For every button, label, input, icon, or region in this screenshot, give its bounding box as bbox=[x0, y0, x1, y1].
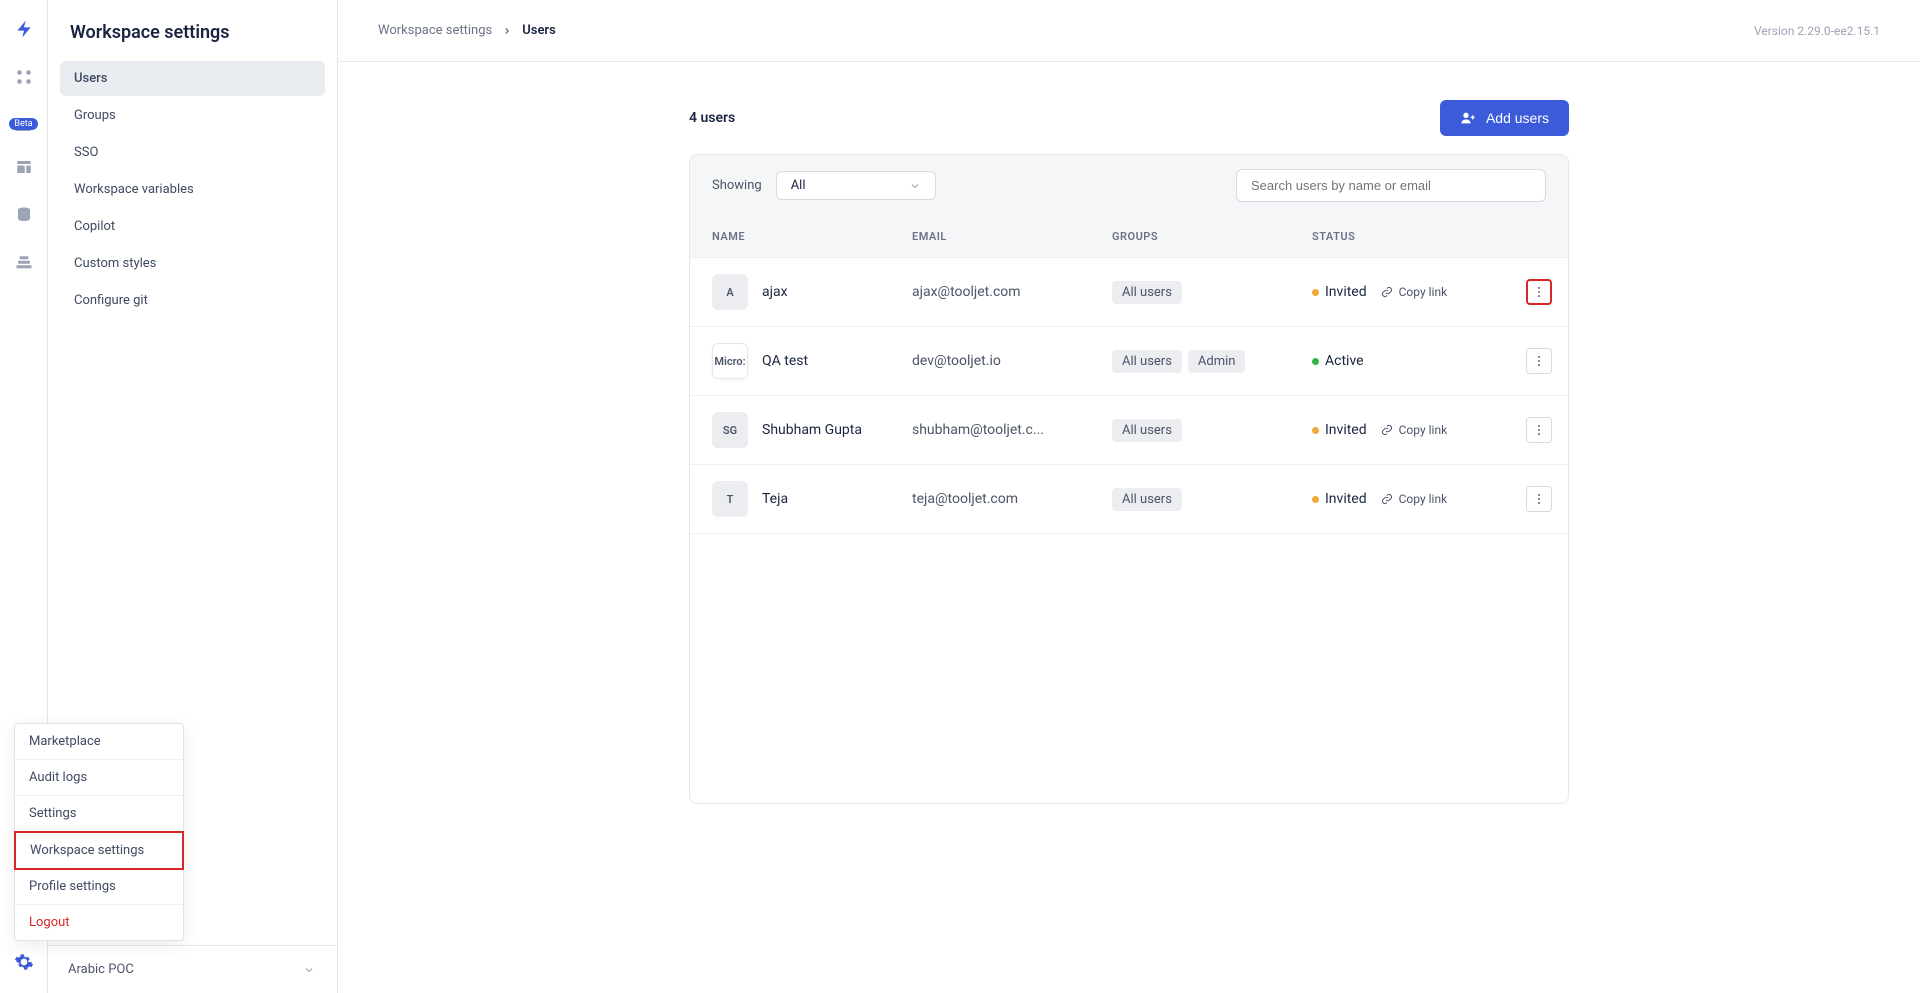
menu-item-logout[interactable]: Logout bbox=[15, 905, 183, 940]
row-actions-kebab[interactable] bbox=[1526, 486, 1552, 512]
table-row: SG Shubham Gupta shubham@tooljet.c...All u… bbox=[690, 396, 1568, 465]
workspace-selector-label: Arabic POC bbox=[68, 962, 134, 977]
avatar: SG bbox=[712, 412, 748, 448]
beta-badge: Beta bbox=[9, 118, 37, 130]
user-email: dev@tooljet.io bbox=[912, 353, 1112, 369]
topbar: Workspace settings Users Version 2.29.0-… bbox=[338, 0, 1920, 62]
main: Workspace settings Users Version 2.29.0-… bbox=[338, 0, 1920, 993]
chevron-down-icon bbox=[909, 180, 921, 192]
user-email: teja@tooljet.com bbox=[912, 491, 1112, 507]
copy-link-label: Copy link bbox=[1399, 492, 1448, 506]
database-icon[interactable] bbox=[13, 204, 35, 226]
content: 4 users Add users Showing All bbox=[338, 62, 1920, 993]
users-card: Showing All NAME EMAIL GROUPS ST bbox=[689, 154, 1569, 804]
copy-link-button[interactable]: Copy link bbox=[1381, 423, 1448, 437]
menu-item-audit-logs[interactable]: Audit logs bbox=[15, 760, 183, 796]
filter-select[interactable]: All bbox=[776, 171, 936, 200]
user-name: Shubham Gupta bbox=[762, 422, 862, 438]
group-chip: All users bbox=[1112, 350, 1182, 373]
table-row: Micro: QA test dev@tooljet.ioAll users Admi… bbox=[690, 327, 1568, 396]
breadcrumb-current: Users bbox=[522, 23, 556, 38]
sidebar-item-custom-styles[interactable]: Custom styles bbox=[60, 246, 325, 281]
filter-select-value: All bbox=[791, 178, 806, 193]
avatar: Micro: bbox=[712, 343, 748, 379]
add-users-icon bbox=[1460, 110, 1476, 126]
user-groups: All users Admin bbox=[1112, 350, 1312, 373]
row-actions-kebab[interactable] bbox=[1526, 417, 1552, 443]
table-body: Aajaxajax@tooljet.comAll usersInvitedCop… bbox=[690, 258, 1568, 534]
user-count-label: 4 users bbox=[689, 110, 735, 126]
table-row: T Teja teja@tooljet.comAll users Invited Cop… bbox=[690, 465, 1568, 534]
group-chip: All users bbox=[1112, 281, 1182, 304]
user-name: ajax bbox=[762, 284, 788, 300]
menu-item-workspace-settings[interactable]: Workspace settings bbox=[14, 831, 184, 870]
group-chip: All users bbox=[1112, 488, 1182, 511]
status-dot-icon bbox=[1312, 496, 1319, 503]
status-badge: Invited bbox=[1312, 491, 1367, 507]
status-badge: Active bbox=[1312, 353, 1364, 369]
menu-item-settings[interactable]: Settings bbox=[15, 796, 183, 832]
copy-link-button[interactable]: Copy link bbox=[1381, 492, 1448, 506]
chevron-right-icon bbox=[502, 26, 512, 36]
status-dot-icon bbox=[1312, 358, 1319, 365]
sidebar-item-copilot[interactable]: Copilot bbox=[60, 209, 325, 244]
sidebar-item-users[interactable]: Users bbox=[60, 61, 325, 96]
menu-item-marketplace[interactable]: Marketplace bbox=[15, 724, 183, 760]
status-badge: Invited bbox=[1312, 422, 1367, 438]
apps-icon[interactable] bbox=[13, 66, 35, 88]
status-dot-icon bbox=[1312, 427, 1319, 434]
status-dot-icon bbox=[1312, 289, 1319, 296]
user-status-cell: Invited Copy link bbox=[1312, 491, 1492, 507]
chevron-down-icon bbox=[303, 963, 317, 977]
avatar: A bbox=[712, 274, 748, 310]
stack-icon[interactable] bbox=[13, 252, 35, 274]
workspace-selector[interactable]: Arabic POC bbox=[48, 945, 337, 993]
avatar: T bbox=[712, 481, 748, 517]
user-email: shubham@tooljet.c... bbox=[912, 422, 1112, 438]
group-chip: Admin bbox=[1188, 350, 1246, 373]
status-badge: Invited bbox=[1312, 284, 1367, 300]
sidebar-item-groups[interactable]: Groups bbox=[60, 98, 325, 133]
group-chip: All users bbox=[1112, 419, 1182, 442]
sidebar-title: Workspace settings bbox=[48, 22, 337, 61]
sidebar-item-sso[interactable]: SSO bbox=[60, 135, 325, 170]
settings-gear-icon[interactable] bbox=[13, 951, 35, 973]
copy-link-label: Copy link bbox=[1399, 423, 1448, 437]
table-head: NAME EMAIL GROUPS STATUS bbox=[690, 216, 1568, 258]
col-groups: GROUPS bbox=[1112, 230, 1312, 243]
breadcrumb-root[interactable]: Workspace settings bbox=[378, 23, 492, 38]
menu-item-profile-settings[interactable]: Profile settings bbox=[15, 869, 183, 905]
logo-icon[interactable] bbox=[13, 18, 35, 40]
version-text: Version 2.29.0-ee2.15.1 bbox=[1754, 24, 1880, 38]
row-actions-kebab[interactable] bbox=[1526, 279, 1552, 305]
user-name: Teja bbox=[762, 491, 788, 507]
list-header: 4 users Add users bbox=[689, 100, 1569, 136]
breadcrumb: Workspace settings Users bbox=[378, 23, 556, 38]
copy-link-label: Copy link bbox=[1399, 285, 1448, 299]
user-name: QA test bbox=[762, 353, 808, 369]
row-actions-kebab[interactable] bbox=[1526, 348, 1552, 374]
sidebar-item-configure-git[interactable]: Configure git bbox=[60, 283, 325, 318]
templates-icon[interactable] bbox=[13, 156, 35, 178]
copy-link-button[interactable]: Copy link bbox=[1381, 285, 1448, 299]
user-status-cell: Active bbox=[1312, 353, 1492, 369]
search-input[interactable] bbox=[1236, 169, 1546, 202]
filter-label: Showing bbox=[712, 178, 762, 193]
user-status-cell: Invited Copy link bbox=[1312, 284, 1492, 300]
user-status-cell: Invited Copy link bbox=[1312, 422, 1492, 438]
user-email: ajax@tooljet.com bbox=[912, 284, 1112, 300]
user-groups: All users bbox=[1112, 419, 1312, 442]
add-users-label: Add users bbox=[1486, 110, 1549, 126]
add-users-button[interactable]: Add users bbox=[1440, 100, 1569, 136]
sidebar-item-workspace-variables[interactable]: Workspace variables bbox=[60, 172, 325, 207]
table-row: Aajax ajax@tooljet.comAll users Invited Cop… bbox=[690, 258, 1568, 327]
user-groups: All users bbox=[1112, 488, 1312, 511]
card-toolbar: Showing All bbox=[690, 155, 1568, 216]
user-groups: All users bbox=[1112, 281, 1312, 304]
col-name: NAME bbox=[712, 230, 912, 243]
col-status: STATUS bbox=[1312, 230, 1492, 243]
col-email: EMAIL bbox=[912, 230, 1112, 243]
settings-popup-menu: MarketplaceAudit logsSettingsWorkspace s… bbox=[14, 723, 184, 941]
settings-nav: UsersGroupsSSOWorkspace variablesCopilot… bbox=[48, 61, 337, 318]
